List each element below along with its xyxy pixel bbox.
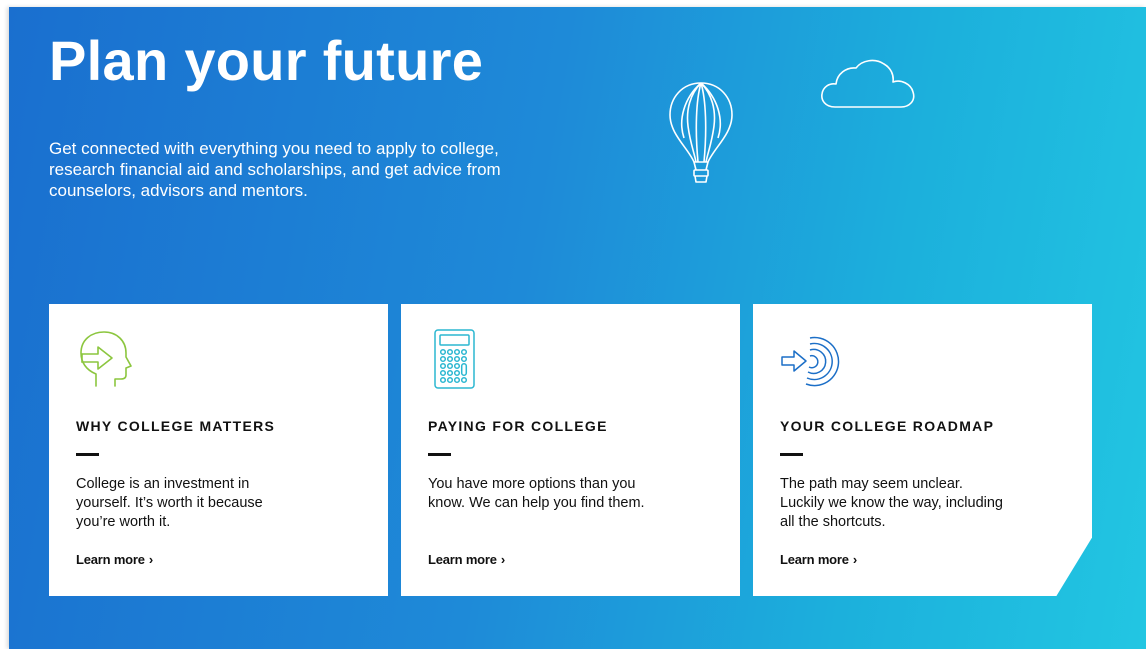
learn-more-link[interactable]: Learn more › xyxy=(780,552,857,567)
arrow-target-icon xyxy=(781,336,840,387)
learn-more-link[interactable]: Learn more › xyxy=(76,552,153,567)
divider xyxy=(780,453,803,456)
card-description: The path may seem unclear. Luckily we kn… xyxy=(780,476,1003,530)
chevron-right-icon: › xyxy=(500,552,505,567)
card-your-college-roadmap: YOUR COLLEGE ROADMAP The path may seem u… xyxy=(753,304,1092,596)
page-title: Plan your future xyxy=(49,29,484,92)
cloud-icon xyxy=(821,59,915,108)
hot-air-balloon-icon xyxy=(669,82,733,183)
card-paying-for-college: PAYING FOR COLLEGE You have more options… xyxy=(401,304,740,596)
calculator-icon xyxy=(434,329,475,389)
learn-more-label: Learn more xyxy=(76,552,145,567)
divider xyxy=(428,453,451,456)
learn-more-label: Learn more xyxy=(780,552,849,567)
hero-section: Plan your future Get connected with ever… xyxy=(9,7,1146,649)
hero-subtitle: Get connected with everything you need t… xyxy=(49,139,501,200)
card-description: You have more options than you know. We … xyxy=(428,476,645,511)
card-title: WHY COLLEGE MATTERS xyxy=(76,418,276,434)
card-description: College is an investment in yourself. It… xyxy=(76,476,263,530)
learn-more-link[interactable]: Learn more › xyxy=(428,552,505,567)
card-title: PAYING FOR COLLEGE xyxy=(428,418,608,434)
card-why-college-matters: WHY COLLEGE MATTERS College is an invest… xyxy=(49,304,388,596)
learn-more-label: Learn more xyxy=(428,552,497,567)
chevron-right-icon: › xyxy=(852,552,857,567)
divider xyxy=(76,453,99,456)
head-arrow-icon xyxy=(80,331,132,387)
chevron-right-icon: › xyxy=(148,552,153,567)
card-title: YOUR COLLEGE ROADMAP xyxy=(780,418,995,434)
